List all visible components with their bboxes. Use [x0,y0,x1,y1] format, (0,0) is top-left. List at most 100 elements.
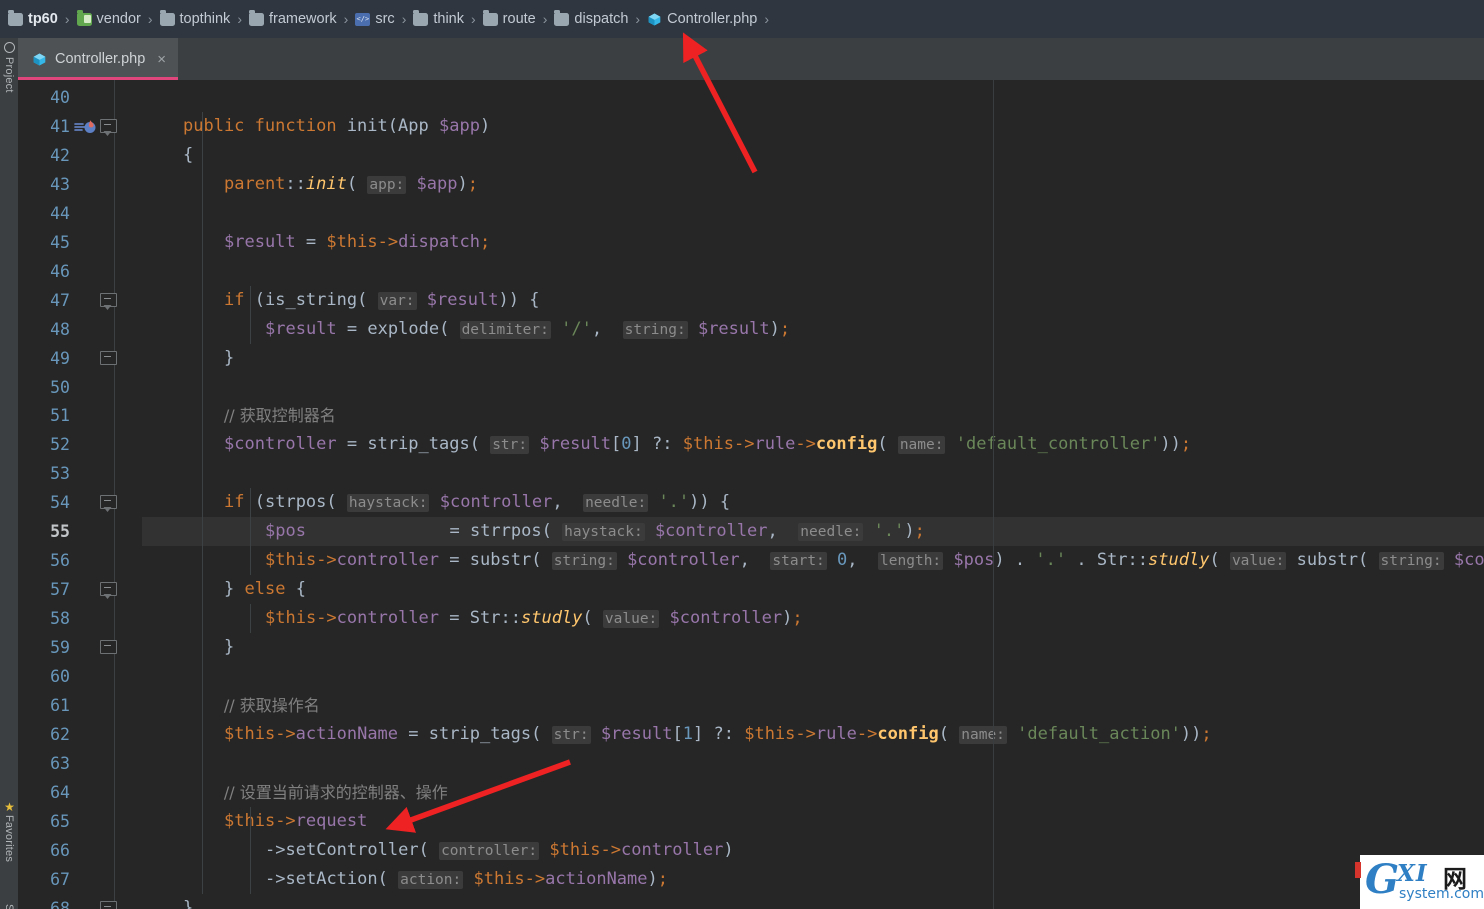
code-line-56[interactable]: $this->controller = substr( string: $con… [142,546,1484,575]
gutter-line-48[interactable]: 48 [18,315,142,344]
gutter-line-63[interactable]: 63 [18,749,142,778]
gutter-line-66[interactable]: 66 [18,836,142,865]
editor-tab-controller-php[interactable]: Controller.php × [18,38,179,80]
tool-window-button-project[interactable]: Project [0,42,18,132]
folder-icon [554,10,570,26]
gutter-line-58[interactable]: 58 [18,604,142,633]
tool-window-button-favorites[interactable]: ★ Favorites [0,800,18,900]
gutter-line-54[interactable]: 54 [18,488,142,517]
code-line-62[interactable]: $this->actionName = strip_tags( str: $re… [142,720,1484,749]
gutter-line-55[interactable]: 55 [18,517,142,546]
gutter-line-42[interactable]: 42 [18,141,142,170]
code-line-45[interactable]: $result = $this->dispatch; [142,228,1484,257]
line-number: 50 [50,377,70,397]
code-line-47[interactable]: if (is_string( var: $result)) { [142,286,1484,315]
breadcrumb-item-dispatch[interactable]: dispatch [554,10,628,27]
code-line-63[interactable] [142,749,1484,778]
close-icon[interactable]: × [157,51,166,68]
fold-region-end-icon[interactable] [100,350,117,365]
code-line-64[interactable]: // 设置当前请求的控制器、操作 [142,778,1484,807]
line-number: 40 [50,88,70,107]
line-number: 57 [50,580,70,600]
gutter-line-43[interactable]: 43 [18,170,142,199]
gutter-line-64[interactable]: 64 [18,778,142,807]
indent-guide-0 [202,111,203,894]
code-line-40[interactable] [142,83,1484,112]
code-line-51[interactable]: // 获取控制器名 [142,401,1484,430]
gutter-line-44[interactable]: 44 [18,199,142,228]
line-number: 54 [50,493,70,513]
fold-region-end-icon[interactable] [100,639,117,655]
line-number: 48 [50,319,70,339]
code-line-65[interactable]: $this->request [142,807,1484,836]
code-line-66[interactable]: ->setController( controller: $this->cont… [142,836,1484,865]
gutter-line-61[interactable]: 61 [18,691,142,720]
parameter-hint: value: [1229,552,1287,571]
gutter-line-45[interactable]: 45 [18,228,142,257]
code-line-54[interactable]: if (strpos( haystack: $controller, needl… [142,488,1484,517]
parameter-hint: delimiter: [459,320,551,339]
code-line-59[interactable]: } [142,633,1484,662]
code-line-55[interactable]: $pos = strrpos( haystack: $controller, n… [142,517,1484,547]
code-line-42[interactable]: { [142,141,1484,170]
gutter-line-56[interactable]: 56 [18,546,142,575]
gutter-line-52[interactable]: 52 [18,430,142,459]
code-line-48[interactable]: $result = explode( delimiter: '/', strin… [142,315,1484,344]
code-line-57[interactable]: } else { [142,575,1484,604]
breadcrumb-item-tp60[interactable]: tp60 [8,10,58,27]
fold-region-start-icon[interactable] [100,292,117,307]
right-margin-guide [993,80,994,909]
code-line-52[interactable]: $controller = strip_tags( str: $result[0… [142,430,1484,459]
gutter-line-47[interactable]: 47 [18,286,142,315]
code-line-58[interactable]: $this->controller = Str::studly( value: … [142,604,1484,633]
tool-window-button-structure[interactable]: Structure [0,904,18,909]
gutter-line-41[interactable]: 41 [18,112,142,141]
breadcrumb-item-label: think [433,11,464,27]
gutter-line-60[interactable]: 60 [18,662,142,691]
fold-region-start-icon[interactable] [100,581,117,597]
gutter-line-62[interactable]: 62 [18,720,142,749]
fold-region-start-icon[interactable] [100,118,117,133]
code-line-60[interactable] [142,662,1484,691]
run-method-gutter-icon[interactable] [74,119,100,135]
code-editor[interactable]: 40 41 42 43 44 45 46 47 48 49 50 51 52 53 54 55 56 57 58 59… [18,80,1484,909]
gutter-line-57[interactable]: 57 [18,575,142,604]
breadcrumb-item-route[interactable]: route [482,10,536,27]
gutter-line-49[interactable]: 49 [18,344,142,373]
parameter-hint: haystack: [346,494,430,513]
parameter-hint: name: [897,436,946,455]
code-line-50[interactable] [142,373,1484,402]
breadcrumb-item-vendor[interactable]: vendor [76,10,141,27]
gutter-line-53[interactable]: 53 [18,459,142,488]
project-icon [3,42,15,53]
fold-region-start-icon[interactable] [100,900,117,909]
code-line-44[interactable] [142,199,1484,228]
gutter-line-67[interactable]: 67 [18,865,142,894]
code-line-53[interactable] [142,459,1484,488]
breadcrumb-item-think[interactable]: think [413,10,464,27]
fold-region-start-icon[interactable] [100,494,117,510]
folder-icon [413,10,429,26]
code-line-67[interactable]: ->setAction( action: $this->actionName); [142,865,1484,894]
code-line-43[interactable]: parent::init( app: $app); [142,170,1484,199]
gutter-line-68[interactable]: 68 [18,894,142,909]
gutter-line-50[interactable]: 50 [18,373,142,402]
code-line-41[interactable]: public function init(App $app) [142,112,1484,141]
gutter-line-40[interactable]: 40 [18,83,142,112]
line-number: 65 [50,811,70,831]
code-line-68[interactable]: } [142,894,1484,909]
code-line-49[interactable]: } [142,344,1484,373]
line-number-gutter[interactable]: 40 41 42 43 44 45 46 47 48 49 50 51 52 53 54 55 56 57 58 59… [18,80,142,909]
code-line-61[interactable]: // 获取操作名 [142,691,1484,720]
gutter-line-46[interactable]: 46 [18,257,142,286]
code-line-46[interactable] [142,257,1484,286]
breadcrumb-item-src[interactable]: src [355,11,395,27]
breadcrumb-item-topthink[interactable]: topthink [159,10,230,27]
breadcrumb-item-controller-php[interactable]: Controller.php [647,11,757,27]
code-content[interactable]: public function init(App $app) { parent:… [142,80,1484,909]
parameter-hint: haystack: [562,523,645,542]
gutter-line-59[interactable]: 59 [18,633,142,662]
gutter-line-51[interactable]: 51 [18,401,142,430]
gutter-line-65[interactable]: 65 [18,807,142,836]
breadcrumb-item-framework[interactable]: framework [248,10,337,27]
